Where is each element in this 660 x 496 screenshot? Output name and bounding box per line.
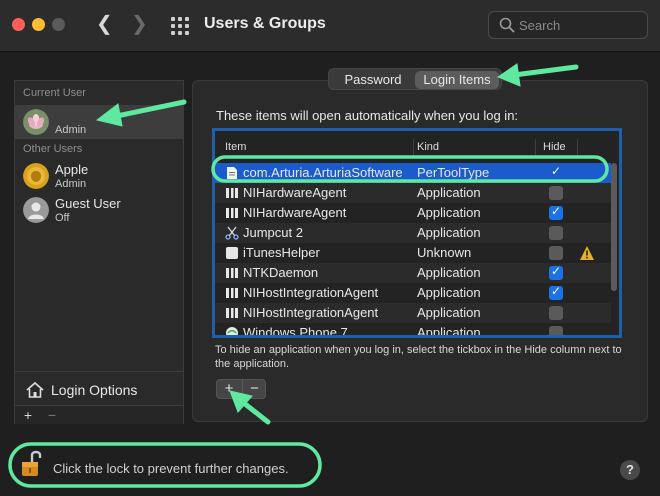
apple-user-name: Apple: [55, 162, 89, 177]
item-name: Jumpcut 2: [243, 225, 303, 240]
guest-user-role: Off: [55, 212, 70, 224]
lotus-avatar-icon: [23, 109, 49, 135]
tab-password[interactable]: Password: [333, 71, 413, 89]
hide-checkbox[interactable]: [549, 264, 563, 280]
login-options-label: Login Options: [51, 382, 138, 398]
column-header-item[interactable]: Item: [225, 141, 246, 153]
hide-hint-text: To hide an application when you log in, …: [215, 344, 622, 370]
table-row[interactable]: Windows Phone 7 Application: [215, 323, 611, 338]
sidebar-item-current-user[interactable]: Admin: [15, 105, 183, 139]
item-name: NIHardwareAgent: [243, 205, 347, 220]
tab-control: Password Login Items: [328, 68, 502, 90]
show-all-grid-icon[interactable]: [171, 17, 189, 35]
house-icon: [26, 381, 44, 398]
item-name: NTKDaemon: [243, 265, 319, 280]
table-scrollbar[interactable]: [610, 163, 618, 293]
item-kind: Application: [417, 185, 481, 200]
item-name: Windows Phone 7: [243, 325, 348, 338]
apple-user-role: Admin: [55, 178, 87, 190]
table-header: Item Kind Hide: [215, 139, 619, 157]
hide-checkbox[interactable]: [549, 306, 563, 320]
item-kind: Application: [417, 205, 481, 220]
add-user-button[interactable]: +: [17, 406, 39, 424]
column-header-kind[interactable]: Kind: [417, 141, 439, 153]
item-kind: Application: [417, 225, 481, 240]
tab-login-items[interactable]: Login Items: [415, 71, 499, 89]
table-row[interactable]: Jumpcut 2 Application: [215, 223, 611, 243]
table-row[interactable]: NIHardwareAgent Application: [215, 203, 611, 223]
forward-arrow-icon[interactable]: ❯: [131, 14, 148, 34]
table-row[interactable]: com.Arturia.ArturiaSoftware PerToolType: [215, 163, 611, 183]
item-kind: Application: [417, 285, 481, 300]
current-user-header: Current User: [23, 87, 86, 99]
title-bar: ❮ ❯ Users & Groups: [0, 0, 660, 52]
help-button[interactable]: ?: [620, 460, 640, 480]
item-name: com.Arturia.ArturiaSoftware: [243, 165, 403, 180]
hide-checkbox[interactable]: [549, 226, 563, 240]
sidebar-item-apple[interactable]: Apple Admin: [15, 159, 183, 193]
other-users-header: Other Users: [23, 143, 83, 155]
table-row[interactable]: NIHardwareAgent Application: [215, 183, 611, 203]
item-name: NIHostIntegrationAgent: [243, 285, 379, 300]
hide-checkbox[interactable]: [549, 326, 563, 335]
table-row[interactable]: iTunesHelper Unknown: [215, 243, 611, 263]
hide-checkbox[interactable]: [549, 186, 563, 200]
add-remove-control: + −: [216, 379, 266, 399]
hide-checkbox[interactable]: [549, 284, 563, 300]
minimize-button[interactable]: [32, 18, 45, 31]
guest-user-name: Guest User: [55, 196, 121, 211]
item-name: NIHardwareAgent: [243, 185, 347, 200]
add-login-item-button[interactable]: +: [217, 380, 241, 398]
search-icon: [499, 17, 515, 33]
column-header-hide[interactable]: Hide: [543, 141, 566, 153]
hide-checkbox[interactable]: [549, 204, 563, 220]
zoom-button[interactable]: [52, 18, 65, 31]
search-field[interactable]: [488, 11, 648, 39]
table-row[interactable]: NIHostIntegrationAgent Application: [215, 283, 611, 303]
window-title: Users & Groups: [204, 15, 326, 32]
item-name: iTunesHelper: [243, 245, 320, 260]
table-row[interactable]: NIHostIntegrationAgent Application: [215, 303, 611, 323]
back-arrow-icon[interactable]: ❮: [96, 14, 113, 34]
login-items-table[interactable]: Item Kind Hide com.Arturia.ArturiaSoftwa…: [212, 128, 622, 338]
hide-checkbox[interactable]: [549, 164, 563, 180]
guest-avatar-icon: [23, 197, 49, 223]
item-kind: PerToolType: [417, 165, 490, 180]
item-kind: Application: [417, 325, 481, 338]
apple-avatar-icon: [23, 163, 49, 189]
item-kind: Unknown: [417, 245, 472, 260]
sidebar-button-bar: + −: [15, 405, 183, 424]
lock-status-text: Click the lock to prevent further change…: [53, 461, 289, 476]
item-kind: Application: [417, 265, 481, 280]
login-items-intro: These items will open automatically when…: [216, 108, 519, 123]
current-user-role: Admin: [55, 124, 87, 136]
item-kind: Application: [417, 305, 481, 320]
remove-user-button[interactable]: −: [41, 406, 63, 424]
users-sidebar: Current User Admin Other Users Apple Adm…: [14, 80, 184, 424]
hide-checkbox[interactable]: [549, 246, 563, 260]
close-button[interactable]: [12, 18, 25, 31]
remove-login-item-button[interactable]: −: [242, 380, 266, 398]
sidebar-item-guest-user[interactable]: Guest User Off: [15, 193, 183, 227]
table-row[interactable]: NTKDaemon Application: [215, 263, 611, 283]
login-options-item[interactable]: Login Options: [15, 371, 183, 407]
unlocked-padlock-icon[interactable]: [20, 448, 44, 478]
search-input[interactable]: [519, 16, 639, 34]
item-name: NIHostIntegrationAgent: [243, 305, 379, 320]
